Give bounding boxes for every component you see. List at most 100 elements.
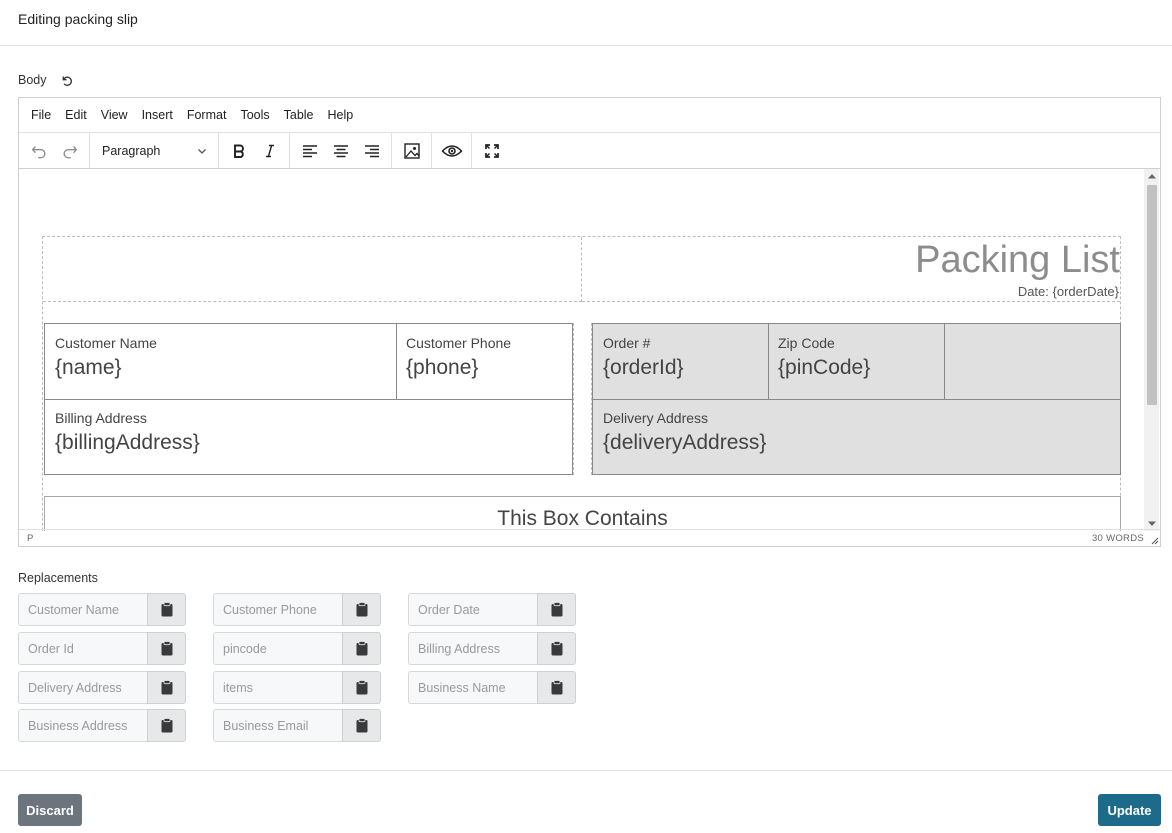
undo-arrow-icon[interactable] — [59, 72, 75, 88]
replacement-item: Business Address — [18, 709, 186, 742]
replacement-item: Business Email — [213, 709, 381, 742]
scrollbar-thumb[interactable] — [1147, 185, 1157, 405]
clipboard-icon[interactable] — [537, 632, 576, 665]
clipboard-icon[interactable] — [342, 671, 381, 704]
box-contents-section: This Box Contains — [44, 496, 1121, 531]
scroll-up-arrow-icon[interactable] — [1144, 169, 1159, 183]
replacement-field[interactable]: Order Date — [408, 593, 537, 626]
replacement-field[interactable]: Business Email — [213, 709, 342, 742]
zip-code-label: Zip Code — [778, 335, 835, 351]
customer-phone-label: Customer Phone — [406, 335, 512, 351]
fullscreen-icon[interactable] — [476, 137, 507, 165]
clipboard-icon[interactable] — [147, 709, 186, 742]
order-number-label: Order # — [603, 335, 651, 351]
replacement-item: Customer Phone — [213, 593, 381, 626]
modal-header: Editing packing slip — [0, 0, 1172, 46]
eye-icon[interactable] — [436, 137, 467, 165]
replacement-item: pincode — [213, 632, 381, 665]
document-header-left-cell — [43, 237, 582, 302]
replacement-item: Business Name — [408, 671, 576, 704]
menu-file[interactable]: File — [24, 104, 58, 126]
element-path[interactable]: P — [27, 533, 33, 544]
discard-button[interactable]: Discard — [18, 794, 82, 826]
order-number-cell: Order # {orderId} — [593, 324, 768, 392]
menu-insert[interactable]: Insert — [135, 104, 180, 126]
body-label-row: Body — [18, 72, 75, 88]
resize-handle-icon[interactable] — [1149, 535, 1159, 545]
table-gap-cell — [573, 323, 592, 475]
document-title: Packing List — [915, 239, 1120, 281]
body-label: Body — [18, 73, 47, 87]
word-count[interactable]: 30 WORDS — [1092, 533, 1144, 544]
replacement-field[interactable]: Customer Phone — [213, 593, 342, 626]
clipboard-icon[interactable] — [342, 709, 381, 742]
replacement-field[interactable]: Business Address — [18, 709, 147, 742]
update-button[interactable]: Update — [1098, 794, 1161, 826]
modal-title: Editing packing slip — [18, 11, 138, 27]
replacement-field[interactable]: Billing Address — [408, 632, 537, 665]
menu-tools[interactable]: Tools — [233, 104, 276, 126]
box-contents-title: This Box Contains — [497, 507, 668, 530]
clipboard-icon[interactable] — [342, 632, 381, 665]
replacement-field[interactable]: Business Name — [408, 671, 537, 704]
alignment-group — [290, 133, 392, 168]
clipboard-icon[interactable] — [147, 671, 186, 704]
replacement-item: Customer Name — [18, 593, 186, 626]
billing-address-cell: Billing Address {billingAddress} — [45, 399, 572, 467]
replacement-field[interactable]: Customer Name — [18, 593, 147, 626]
menu-edit[interactable]: Edit — [58, 104, 94, 126]
clipboard-icon[interactable] — [537, 593, 576, 626]
delivery-address-label: Delivery Address — [603, 410, 709, 426]
menu-format[interactable]: Format — [180, 104, 234, 126]
clipboard-icon[interactable] — [342, 593, 381, 626]
menu-table[interactable]: Table — [277, 104, 321, 126]
editor-menubar: File Edit View Insert Format Tools Table… — [19, 98, 1160, 133]
replacements-label: Replacements — [18, 571, 98, 585]
rich-text-editor: File Edit View Insert Format Tools Table… — [18, 97, 1161, 547]
editor-toolbar: Paragraph — [19, 133, 1160, 169]
customer-name-label: Customer Name — [55, 335, 157, 351]
replacement-item: items — [213, 671, 381, 704]
align-left-icon[interactable] — [294, 137, 325, 165]
align-center-icon[interactable] — [325, 137, 356, 165]
billing-address-label: Billing Address — [55, 410, 147, 426]
replacement-item: Delivery Address — [18, 671, 186, 704]
italic-icon[interactable] — [254, 137, 285, 165]
fullscreen-group — [472, 133, 511, 168]
replacement-field[interactable]: Delivery Address — [18, 671, 147, 704]
document-layout-table: Packing List Date: {orderDate} Customer … — [42, 236, 1121, 531]
billing-address-value: {billingAddress} — [55, 431, 200, 454]
customer-name-value: {name} — [55, 356, 122, 379]
editor-content-area[interactable]: Packing List Date: {orderDate} Customer … — [19, 169, 1144, 531]
bold-icon[interactable] — [223, 137, 254, 165]
footer-divider — [0, 770, 1172, 771]
align-right-icon[interactable] — [356, 137, 387, 165]
order-table: Order # {orderId} Zip Code {pinCode} Del… — [592, 323, 1121, 475]
block-format-value: Paragraph — [102, 143, 161, 158]
customer-name-cell: Customer Name {name} — [45, 324, 395, 392]
zip-code-cell: Zip Code {pinCode} — [768, 324, 944, 392]
editor-scrollbar[interactable] — [1144, 169, 1159, 531]
clipboard-icon[interactable] — [537, 671, 576, 704]
document-header-right-cell: Packing List Date: {orderDate} — [582, 237, 1120, 302]
image-icon[interactable] — [396, 137, 427, 165]
document-date: Date: {orderDate} — [1017, 284, 1119, 299]
menu-help[interactable]: Help — [321, 104, 361, 126]
preview-group — [432, 133, 472, 168]
block-format-select[interactable]: Paragraph — [94, 137, 214, 165]
image-group — [392, 133, 432, 168]
replacement-field[interactable]: pincode — [213, 632, 342, 665]
history-group — [19, 133, 90, 168]
text-style-group — [219, 133, 290, 168]
block-format-group: Paragraph — [90, 133, 219, 168]
replacement-field[interactable]: Order Id — [18, 632, 147, 665]
redo-icon[interactable] — [54, 137, 85, 165]
menu-view[interactable]: View — [94, 104, 135, 126]
replacement-field[interactable]: items — [213, 671, 342, 704]
undo-icon[interactable] — [23, 137, 54, 165]
customer-table: Customer Name {name} Customer Phone {pho… — [44, 323, 573, 475]
clipboard-icon[interactable] — [147, 632, 186, 665]
clipboard-icon[interactable] — [147, 593, 186, 626]
replacement-item: Order Date — [408, 593, 576, 626]
customer-phone-cell: Customer Phone {phone} — [396, 324, 572, 392]
